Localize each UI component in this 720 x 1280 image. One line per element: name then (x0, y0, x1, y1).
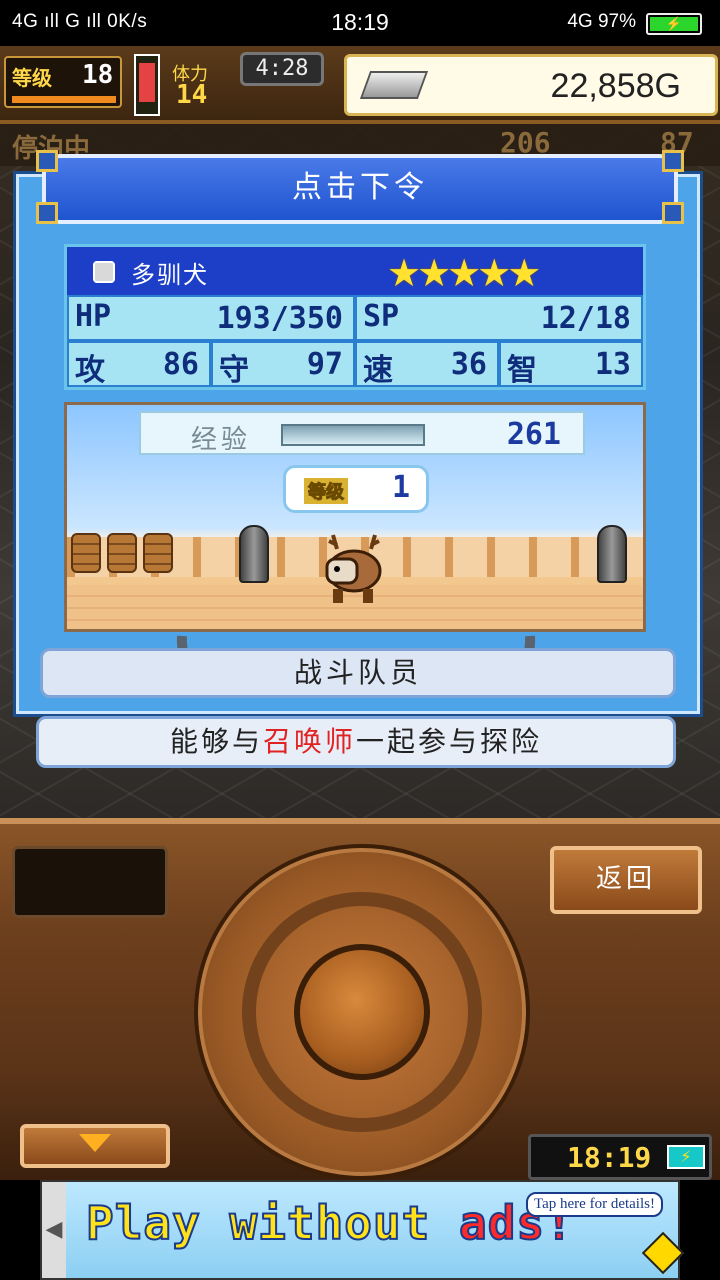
status-bar: 4G ıll G ıll 0K/s 18:19 4G 97% ⚡ (0, 0, 720, 46)
description-text: 能够与 (169, 725, 263, 758)
dpad-center-button[interactable] (294, 944, 430, 1080)
unit-description: 能够与召唤师一起参与探险 (36, 716, 676, 768)
stamina-box: 体力 14 (168, 60, 240, 110)
barrel-icon (143, 533, 173, 573)
battery-percent: 4G 97% (567, 11, 636, 32)
description-text-end: 一起参与探险 (356, 725, 543, 758)
dialog-title-bar[interactable]: 点击下令 (42, 154, 678, 224)
top-hud: 等级 18 体力 14 4:28 22,858G (0, 46, 720, 124)
corner-ornament-icon (662, 202, 684, 224)
unit-level-bubble: 等级 1 (283, 465, 429, 513)
ad-details-link[interactable]: Tap here for details! (526, 1192, 663, 1217)
level-label: 等级 (12, 66, 52, 90)
barrel-icon (107, 533, 137, 573)
unit-name-bar: 多驯犬 ★★★★★ (67, 247, 643, 295)
menu-down-button[interactable] (20, 1124, 170, 1168)
description-highlight: 召唤师 (262, 725, 356, 758)
level-value: 18 (82, 60, 114, 90)
arrow-down-icon (79, 1134, 111, 1152)
controller-panel: 返回 18:19 ⚡ (0, 818, 720, 1180)
unit-name: 多驯犬 (131, 261, 209, 289)
attack-stat: 攻 86 (67, 341, 211, 388)
warning-icon (641, 1231, 685, 1275)
unit-level-value: 1 (391, 470, 410, 505)
game-clock-time: 18:19 (567, 1141, 652, 1174)
level-progress-bar (12, 96, 116, 103)
stamina-timer: 4:28 (240, 52, 324, 86)
corner-ornament-icon (662, 150, 684, 172)
mini-screen (12, 846, 168, 918)
dialog-title: 点击下令 (292, 170, 428, 205)
speed-stat: 速 36 (355, 341, 499, 388)
directional-pad[interactable] (194, 844, 530, 1180)
cannon-icon (239, 525, 269, 583)
exp-value: 261 (506, 417, 561, 452)
antlered-beast-sprite-icon (325, 534, 382, 603)
defense-stat: 守 97 (211, 341, 355, 388)
unit-stats-card: 多驯犬 ★★★★★ HP 193/350 SP 12/18 攻 86 守 97 … (64, 244, 646, 390)
chevron-left-icon[interactable]: ◀ (42, 1182, 66, 1278)
health-gauge (134, 54, 160, 116)
stamina-value: 14 (176, 80, 208, 110)
back-button[interactable]: 返回 (550, 846, 702, 914)
corner-ornament-icon (36, 202, 58, 224)
battery-charging-icon: ⚡ (667, 1145, 705, 1169)
sp-stat: SP 12/18 (355, 295, 643, 341)
cannon-icon (597, 525, 627, 583)
unit-role: 战斗队员 (293, 656, 422, 689)
barrel-icon (71, 533, 101, 573)
gold-display[interactable]: 22,858G (344, 54, 718, 116)
element-icon (93, 261, 115, 283)
exp-gauge (281, 424, 425, 446)
ad-banner[interactable]: ◀ Play without ads! Tap here for details… (40, 1180, 685, 1280)
ad-headline: Play without ads! (85, 1195, 574, 1251)
unit-role-plate: 战斗队员 (40, 648, 676, 698)
player-level-box: 等级 18 (4, 56, 122, 108)
battery-charging-icon: ⚡ (646, 13, 702, 35)
exp-label: 经验 (191, 425, 252, 455)
rarity-stars-icon: ★★★★★ (387, 251, 541, 295)
game-clock: 18:19 ⚡ (528, 1134, 712, 1180)
experience-bar: 经验 261 (139, 411, 585, 455)
intelligence-stat: 智 13 (499, 341, 643, 388)
unit-level-label: 等级 (304, 478, 348, 504)
gold-amount: 22,858G (550, 67, 681, 105)
unit-preview-stage: 经验 261 等级 1 (64, 402, 646, 632)
corner-ornament-icon (36, 150, 58, 172)
silver-ingot-icon (359, 71, 429, 99)
hp-stat: HP 193/350 (67, 295, 355, 341)
